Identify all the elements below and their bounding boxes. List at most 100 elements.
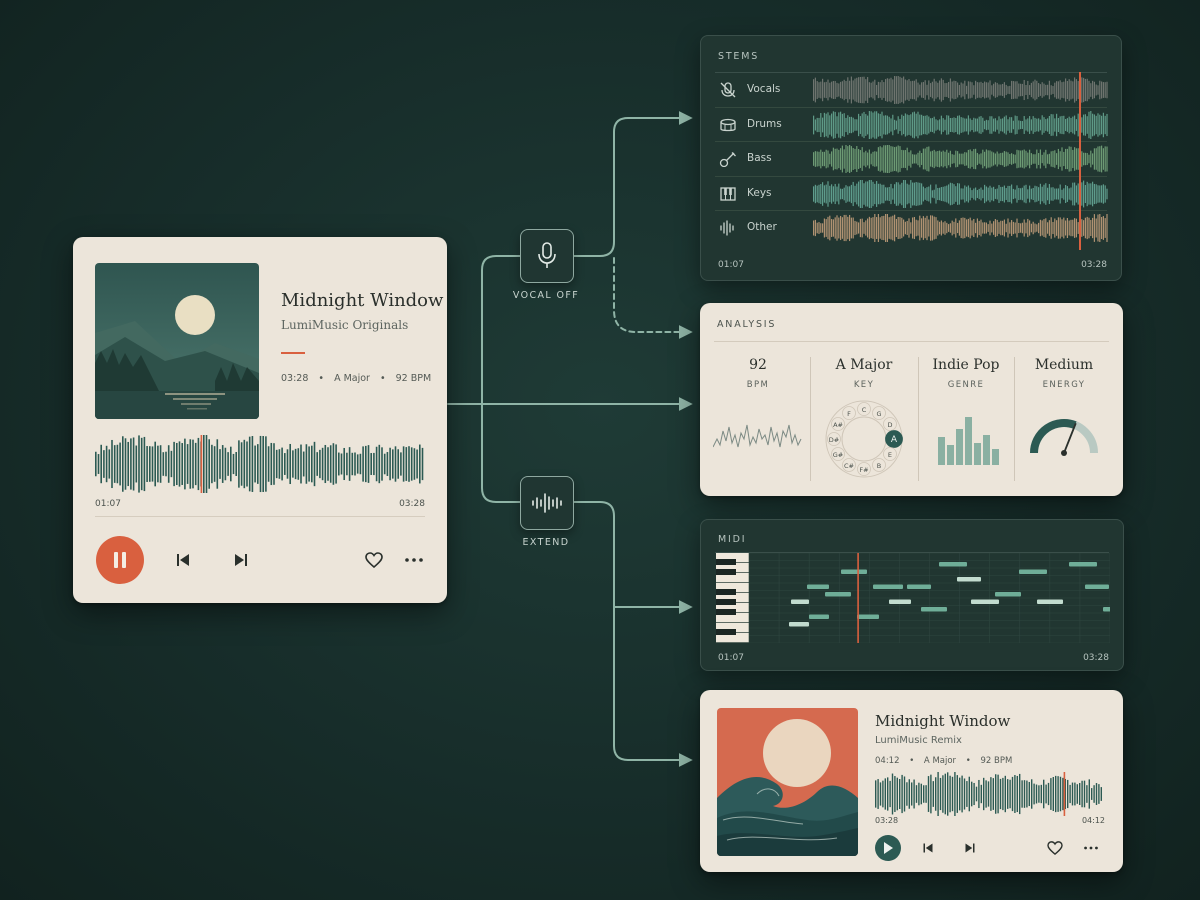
remix-total-time: 04:12: [1081, 816, 1105, 825]
midi-start-time: 01:07: [718, 653, 744, 663]
connector-down: [481, 403, 521, 503]
track-meta-row: 03:28 • A Major • 92 BPM: [281, 373, 432, 384]
stem-row-keys[interactable]: Keys: [715, 175, 1109, 211]
track-artist: LumiMusic Originals: [281, 318, 409, 332]
stem-row-other[interactable]: Other: [715, 210, 1109, 245]
key-note-g[interactable]: G: [872, 406, 886, 420]
skip-back-icon: [177, 554, 189, 566]
heart-icon: [365, 552, 383, 568]
main-waveform[interactable]: [95, 433, 425, 495]
key-note-b[interactable]: B: [872, 458, 886, 472]
remix-artist: LumiMusic Remix: [875, 735, 962, 746]
bpm-graph: [713, 424, 802, 448]
midi-note: [825, 592, 851, 597]
pause-icon: [114, 552, 126, 568]
midi-note: [921, 607, 947, 612]
key-note-a[interactable]: A: [885, 430, 903, 448]
playhead[interactable]: [1063, 772, 1066, 816]
divider: [95, 516, 425, 517]
waveform-icon: [720, 220, 734, 236]
remix-duration: 04:12: [875, 756, 900, 766]
total-time: 03:28: [399, 499, 425, 509]
stem-waveform[interactable]: [813, 145, 1109, 173]
key-note-c[interactable]: C: [857, 402, 871, 416]
stem-waveform[interactable]: [813, 214, 1109, 242]
genre-column: Indie Pop GENRE: [920, 357, 1012, 483]
current-time: 01:07: [95, 499, 121, 509]
midi-note: [971, 599, 999, 604]
pause-button[interactable]: [96, 536, 144, 584]
remix-play-button[interactable]: [875, 835, 901, 861]
stem-waveform[interactable]: [813, 179, 1109, 208]
analysis-sep-3: [1014, 357, 1015, 481]
midi-note: [939, 562, 967, 567]
genre-value: Indie Pop: [932, 357, 1000, 373]
main-player-card: Midnight Window LumiMusic Originals 03:2…: [73, 237, 447, 603]
key-note-g-sharp[interactable]: G#: [831, 447, 845, 461]
bpm-value: 92: [749, 357, 767, 373]
stem-waveform[interactable]: [813, 76, 1109, 104]
midi-note: [809, 614, 829, 619]
key-note-label: G: [876, 410, 881, 418]
vocal-off-label: VOCAL OFF: [512, 290, 580, 301]
track-duration: 03:28: [281, 373, 309, 384]
remix-player-card: Midnight Window LumiMusic Remix 04:12 • …: [700, 690, 1123, 872]
title-underline: [281, 352, 305, 354]
stems-panel: STEMS Vocals Drums Bass Keys Other 01:07 03:…: [700, 35, 1122, 281]
key-note-d-sharp[interactable]: D#: [827, 432, 841, 446]
energy-gauge-needle: [1063, 422, 1077, 454]
midi-note: [1085, 584, 1109, 589]
key-note-c-sharp[interactable]: C#: [842, 458, 856, 472]
key-note-d[interactable]: D: [883, 417, 897, 431]
midi-note: [1103, 607, 1110, 612]
remix-title: Midnight Window: [875, 712, 1011, 730]
canvas: Midnight Window LumiMusic Originals 03:2…: [0, 0, 1200, 900]
key-note-f-sharp[interactable]: F#: [857, 462, 871, 476]
stem-row-drums[interactable]: Drums: [715, 106, 1109, 142]
remix-more-button[interactable]: [1081, 839, 1101, 857]
next-track-button[interactable]: [229, 550, 253, 570]
key-note-label: C#: [844, 462, 854, 470]
connector-up: [481, 255, 521, 405]
track-key: A Major: [334, 373, 370, 384]
midi-note: [807, 584, 829, 589]
stem-row-bass[interactable]: Bass: [715, 141, 1109, 176]
more-options-button[interactable]: [402, 550, 426, 570]
remix-bpm: 92 BPM: [980, 756, 1013, 766]
remix-current-time: 03:28: [875, 816, 899, 825]
stem-row-vocals[interactable]: Vocals: [715, 72, 1109, 107]
midi-title: MIDI: [718, 534, 747, 545]
circle-of-fifths[interactable]: C GDAEB F# C#G# D# A# F: [824, 399, 904, 479]
key-note-f[interactable]: F: [842, 406, 856, 420]
stem-label: Other: [747, 221, 777, 233]
connector-to-remix: [613, 589, 693, 767]
midi-note: [995, 592, 1021, 597]
track-bpm: 92 BPM: [395, 373, 432, 384]
stems-playhead: [1079, 72, 1082, 250]
remix-like-button[interactable]: [1045, 839, 1065, 857]
midi-end-time: 03:28: [1083, 653, 1109, 663]
midi-piano-roll[interactable]: [716, 553, 1110, 643]
extend-node[interactable]: [520, 476, 574, 530]
key-note-e[interactable]: E: [883, 447, 897, 461]
previous-track-button[interactable]: [171, 550, 195, 570]
playhead[interactable]: [200, 435, 203, 493]
waveform-icon: [532, 493, 562, 513]
skip-forward-icon: [965, 843, 975, 853]
energy-gauge-hub: [1061, 450, 1067, 456]
piano-black-key: [716, 629, 736, 635]
remix-waveform[interactable]: [875, 769, 1105, 819]
album-cover-mountain-moon: [95, 263, 259, 419]
stem-label: Drums: [747, 117, 782, 130]
analysis-sep-1: [810, 357, 811, 481]
key-note-a-sharp[interactable]: A#: [831, 417, 845, 431]
key-note-label: D#: [829, 436, 839, 444]
key-value: A Major: [835, 357, 893, 373]
key-note-label: F#: [859, 466, 868, 474]
vocal-off-node[interactable]: [520, 229, 574, 283]
extend-label: EXTEND: [522, 537, 570, 548]
like-button[interactable]: [362, 550, 386, 570]
remix-next-button[interactable]: [961, 840, 979, 856]
stem-waveform[interactable]: [813, 110, 1109, 139]
remix-previous-button[interactable]: [919, 840, 937, 856]
